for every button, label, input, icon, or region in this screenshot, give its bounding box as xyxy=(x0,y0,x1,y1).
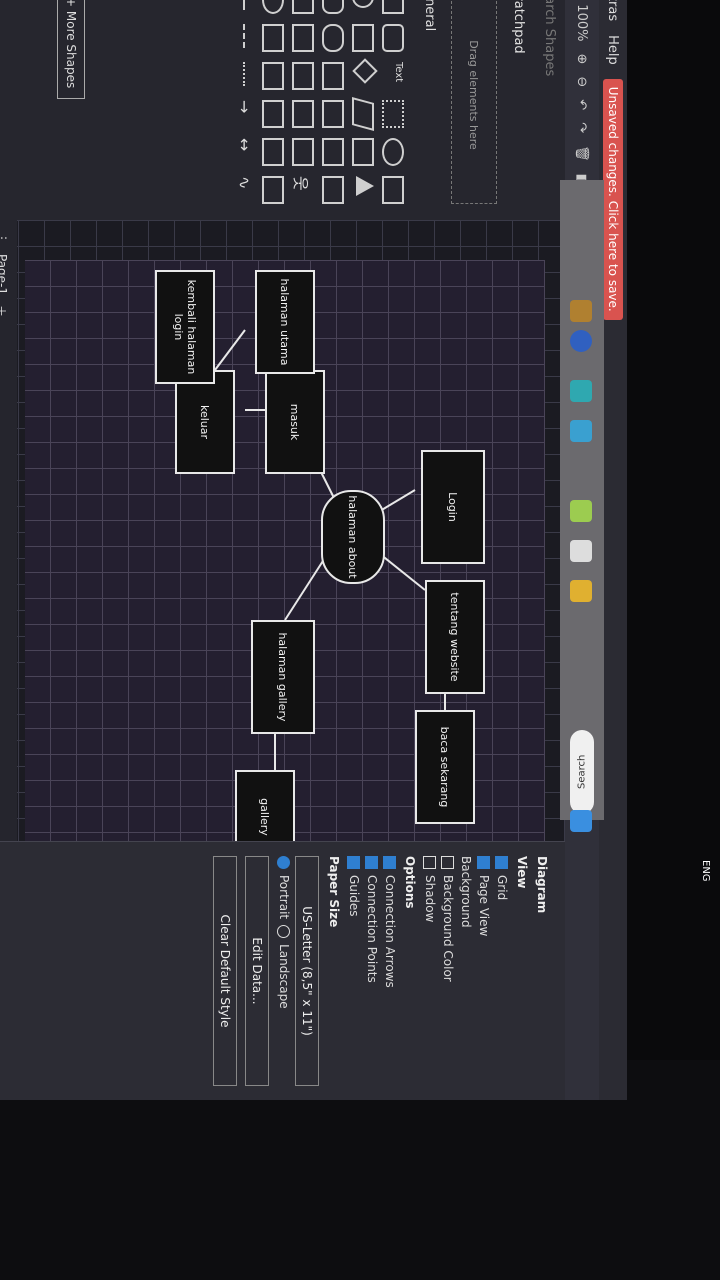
zoom-in-icon[interactable]: ⊕ xyxy=(575,53,590,64)
shape-note[interactable] xyxy=(292,62,314,90)
shape-circle[interactable] xyxy=(352,0,374,8)
connector-utama-kembali xyxy=(214,329,246,371)
node-tentang-website[interactable]: tentang website xyxy=(425,580,485,694)
node-halaman-utama[interactable]: halaman utama xyxy=(255,270,315,374)
shape-palette: Text 웃 → ↔ ∿ xyxy=(226,0,414,220)
connection-points-checkbox[interactable]: Connection Points xyxy=(365,856,379,1086)
shape-card[interactable] xyxy=(292,100,314,128)
app-window: Extras Help Unsaved changes. Click here … xyxy=(0,0,627,1100)
taskbar-search[interactable]: Search xyxy=(570,730,594,814)
paper-size-section: Paper Size xyxy=(327,856,341,928)
edit-data-button[interactable]: Edit Data... xyxy=(245,856,269,1086)
app-icon-1[interactable] xyxy=(570,580,592,602)
undo-icon[interactable]: ↶ xyxy=(575,99,590,110)
orientation-radios: Portrait Landscape xyxy=(277,856,291,1086)
menu-help[interactable]: Help xyxy=(606,35,621,65)
landscape-radio[interactable] xyxy=(277,925,291,939)
guides-checkbox[interactable]: Guides xyxy=(347,856,361,1086)
clear-default-style-button[interactable]: Clear Default Style xyxy=(213,856,237,1086)
options-section: Options xyxy=(403,856,417,909)
scratchpad-dropzone[interactable]: Drag elements here xyxy=(451,0,497,204)
paper-size-select[interactable]: US-Letter (8,5" x 11") xyxy=(295,856,319,1086)
shape-list[interactable] xyxy=(262,176,284,204)
delete-icon[interactable]: 🗑 xyxy=(575,145,590,162)
shape-ellipse[interactable] xyxy=(382,138,404,166)
shape-cylinder[interactable] xyxy=(322,0,344,14)
app-icon-2[interactable] xyxy=(570,540,592,562)
shape-hexagon[interactable] xyxy=(352,138,374,166)
shape-rounded[interactable] xyxy=(382,24,404,52)
start-icon[interactable] xyxy=(570,810,592,832)
shape-step[interactable] xyxy=(322,176,344,204)
scratchpad-header[interactable]: Scratchpad xyxy=(503,0,534,220)
page-view-checkbox[interactable]: Page View xyxy=(477,856,491,1086)
general-header[interactable]: General xyxy=(414,0,445,220)
portrait-radio[interactable] xyxy=(277,856,291,869)
node-login[interactable]: Login xyxy=(421,450,485,564)
grid-checkbox[interactable]: Grid xyxy=(495,856,509,1086)
zoom-select[interactable]: 100% xyxy=(575,4,590,41)
shape-document[interactable] xyxy=(322,62,344,90)
shape-diamond[interactable] xyxy=(352,58,378,84)
shape-trapezoid[interactable] xyxy=(292,0,314,14)
shape-data-storage[interactable] xyxy=(262,100,284,128)
app-icon-6[interactable] xyxy=(570,330,592,352)
shape-rectangle[interactable] xyxy=(382,0,404,14)
shape-square[interactable] xyxy=(382,176,404,204)
add-page-icon[interactable]: ＋ xyxy=(0,305,11,317)
diagram-canvas[interactable]: Login halaman about tentang website baca… xyxy=(17,220,565,880)
shape-internal-storage[interactable] xyxy=(322,100,344,128)
background-color-checkbox[interactable]: Background Color xyxy=(441,856,455,1086)
language-indicator[interactable]: ENG xyxy=(700,860,711,882)
panel-title: Diagram xyxy=(535,856,549,914)
unsaved-changes-button[interactable]: Unsaved changes. Click here to save. xyxy=(603,78,623,320)
node-baca-sekarang[interactable]: baca sekarang xyxy=(415,710,475,824)
zoom-out-icon[interactable]: ⊖ xyxy=(575,76,590,87)
app-icon-5[interactable] xyxy=(570,380,592,402)
shape-dotted-line[interactable] xyxy=(243,62,245,86)
shadow-checkbox[interactable]: Shadow xyxy=(423,856,437,1086)
page-tab[interactable]: Page-1 xyxy=(0,254,9,295)
shapes-sidebar: Search Shapes Scratchpad Drag elements h… xyxy=(0,0,565,221)
shape-curve[interactable]: ∿ xyxy=(235,176,254,200)
node-kembali-halaman-login[interactable]: kembali halaman login xyxy=(155,270,215,384)
shape-parallelogram[interactable] xyxy=(352,97,374,131)
diagram-page: Login halaman about tentang website baca… xyxy=(25,260,545,880)
menu-extras[interactable]: Extras xyxy=(606,0,621,21)
background-label: Background xyxy=(459,856,473,928)
shape-text[interactable]: Text xyxy=(386,62,404,86)
shape-cloud[interactable] xyxy=(322,24,344,52)
shape-actor[interactable]: 웃 xyxy=(291,176,314,200)
node-keluar[interactable]: keluar xyxy=(175,370,235,474)
photo-stage: Extras Help Unsaved changes. Click here … xyxy=(0,0,720,1280)
shape-line[interactable] xyxy=(243,0,245,10)
shape-bidirectional-arrow[interactable]: ↔ xyxy=(235,138,254,162)
shape-container[interactable] xyxy=(262,138,284,166)
shape-arrow[interactable]: → xyxy=(235,100,254,124)
app-icon-7[interactable] xyxy=(570,300,592,322)
shape-textbox[interactable] xyxy=(382,100,404,128)
more-shapes-button[interactable]: + More Shapes xyxy=(57,0,85,100)
node-masuk[interactable]: masuk xyxy=(265,370,325,474)
shape-xor[interactable] xyxy=(262,24,284,52)
node-halaman-gallery[interactable]: halaman gallery xyxy=(251,620,315,734)
node-halaman-about[interactable]: halaman about xyxy=(321,490,385,584)
app-icon-3[interactable] xyxy=(570,500,592,522)
view-section: View xyxy=(515,856,529,889)
page-menu-icon[interactable]: ⋮ xyxy=(0,232,9,244)
shape-dashed-line[interactable] xyxy=(243,24,245,48)
shape-or[interactable] xyxy=(262,0,284,14)
shape-tape[interactable] xyxy=(292,24,314,52)
app-icon-4[interactable] xyxy=(570,420,592,442)
shape-process[interactable] xyxy=(352,24,374,52)
redo-icon[interactable]: ↷ xyxy=(575,122,590,133)
shape-and[interactable] xyxy=(262,62,284,90)
page-tabs: ⋮ Page-1 ＋ xyxy=(0,220,17,870)
shape-callout[interactable] xyxy=(292,138,314,166)
shape-cube[interactable] xyxy=(322,138,344,166)
format-panel: Diagram View Grid Page View Background B… xyxy=(0,841,565,1100)
connection-arrows-checkbox[interactable]: Connection Arrows xyxy=(383,856,397,1086)
shape-triangle[interactable] xyxy=(356,176,374,196)
